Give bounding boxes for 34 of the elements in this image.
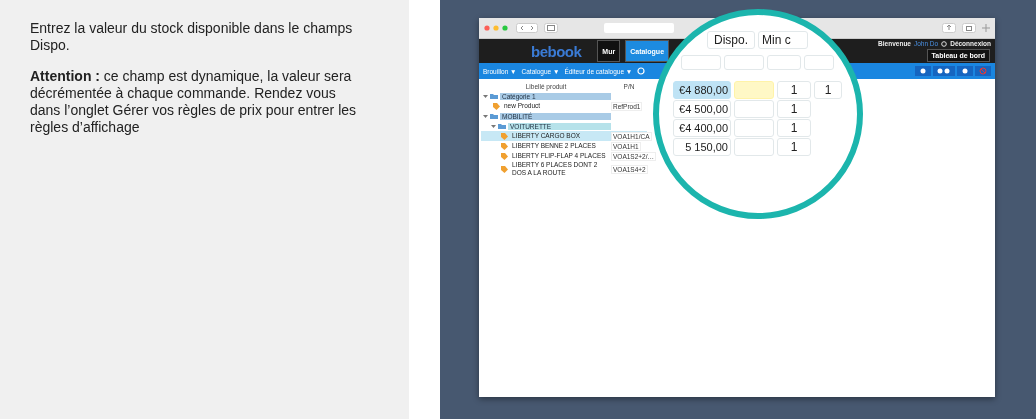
stock-field[interactable] <box>734 119 774 137</box>
filter-field[interactable] <box>804 55 834 70</box>
price-field[interactable]: €4 400,00 <box>673 119 731 137</box>
stock-field[interactable] <box>734 138 774 156</box>
price-field[interactable]: 5 150,00 <box>673 138 731 156</box>
instruction-text: Entrez la valeur du stock disponible dans le champs Dispo. <box>30 20 354 54</box>
tabs-icon[interactable] <box>962 23 976 33</box>
window-controls-icon[interactable] <box>484 25 510 31</box>
quantity-field[interactable]: 1 <box>777 119 811 137</box>
quantity-field[interactable]: 1 <box>814 81 842 99</box>
stock-field[interactable] <box>734 81 774 99</box>
plus-icon[interactable] <box>982 24 990 32</box>
sidebar-icon[interactable] <box>544 23 558 33</box>
price-field[interactable]: €4 500,00 <box>673 100 731 118</box>
expand-arrow-icon[interactable] <box>491 123 496 129</box>
price-field[interactable]: €4 880,00 <box>673 81 731 99</box>
filter-field[interactable] <box>681 55 721 70</box>
back-forward-icon[interactable] <box>516 23 538 33</box>
share-icon[interactable] <box>942 23 956 33</box>
stock-field[interactable] <box>734 100 774 118</box>
tag-icon <box>493 102 500 110</box>
logo[interactable]: bebook <box>531 42 582 60</box>
filter-field[interactable] <box>767 55 801 70</box>
quantity-field[interactable]: 1 <box>777 81 811 99</box>
column-header-field: Dispo. <box>707 31 755 49</box>
quantity-field[interactable]: 1 <box>777 138 811 156</box>
folder-icon <box>490 93 498 99</box>
expand-arrow-icon[interactable] <box>483 113 488 119</box>
instruction-text: Attention : ce champ est dynamique, la valeur sera décrémentée à chaque commande. Rendez vous dans l’onglet Gérer vos règles de prix pour entrer les règles d’affichage <box>30 68 358 136</box>
filter-field[interactable] <box>724 55 764 70</box>
address-field[interactable] <box>604 23 674 33</box>
quantity-field[interactable]: 1 <box>777 100 811 118</box>
expand-arrow-icon[interactable] <box>483 93 488 99</box>
column-header-field: Min c <box>758 31 808 49</box>
